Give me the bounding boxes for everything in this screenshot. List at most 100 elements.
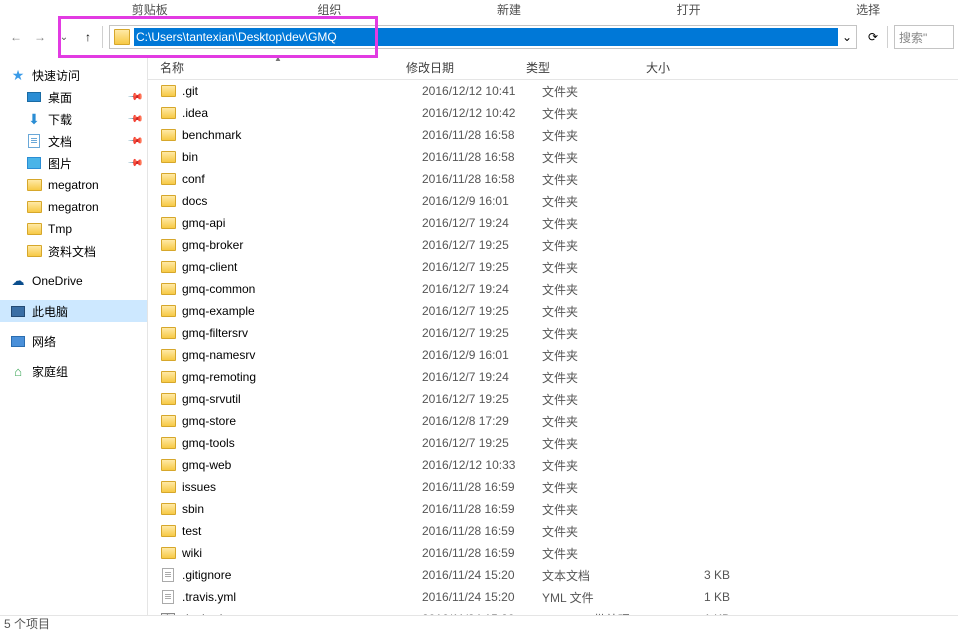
- sidebar-item-folder[interactable]: megatron: [0, 196, 147, 218]
- address-bar[interactable]: C:\Users\tantexian\Desktop\dev\GMQ ⌄: [109, 25, 857, 49]
- file-name: docs: [182, 194, 422, 208]
- folder-icon: [160, 479, 176, 495]
- file-size: 1 KB: [662, 590, 742, 604]
- folder-icon: [160, 523, 176, 539]
- file-name: gmq-common: [182, 282, 422, 296]
- column-header-size[interactable]: 大小: [646, 59, 726, 76]
- sidebar-item-quick-access[interactable]: ★ 快速访问: [0, 64, 147, 86]
- file-type: 文件夹: [542, 127, 662, 144]
- sidebar-item-this-pc[interactable]: 此电脑: [0, 300, 147, 322]
- file-row[interactable]: .gitignore2016/11/24 15:20文本文档3 KB: [148, 564, 958, 586]
- picture-icon: [26, 155, 42, 171]
- file-name: .git: [182, 84, 422, 98]
- column-header-type[interactable]: 类型: [526, 59, 646, 76]
- file-type: 文件夹: [542, 545, 662, 562]
- file-row[interactable]: gmq-example2016/12/7 19:25文件夹: [148, 300, 958, 322]
- file-name: gmq-filtersrv: [182, 326, 422, 340]
- sidebar-item-desktop[interactable]: 桌面 📌: [0, 86, 147, 108]
- file-row[interactable]: gmq-api2016/12/7 19:24文件夹: [148, 212, 958, 234]
- folder-icon: [160, 347, 176, 363]
- file-date: 2016/12/9 16:01: [422, 194, 542, 208]
- file-row[interactable]: gmq-filtersrv2016/12/7 19:25文件夹: [148, 322, 958, 344]
- file-date: 2016/12/7 19:25: [422, 260, 542, 274]
- file-name: bin: [182, 150, 422, 164]
- folder-icon: [160, 435, 176, 451]
- divider: [887, 26, 888, 48]
- file-row[interactable]: gmq-client2016/12/7 19:25文件夹: [148, 256, 958, 278]
- ribbon-section-labels: 剪贴板 组织 新建 打开 选择: [0, 0, 958, 18]
- file-row[interactable]: .travis.yml2016/11/24 15:20YML 文件1 KB: [148, 586, 958, 608]
- folder-icon: [160, 281, 176, 297]
- desktop-icon: [26, 89, 42, 105]
- address-path[interactable]: C:\Users\tantexian\Desktop\dev\GMQ: [134, 28, 838, 46]
- search-input[interactable]: 搜索": [894, 25, 954, 49]
- file-row[interactable]: benchmark2016/11/28 16:58文件夹: [148, 124, 958, 146]
- file-name: wiki: [182, 546, 422, 560]
- sidebar-item-label: 快速访问: [32, 67, 80, 84]
- file-type: 文件夹: [542, 83, 662, 100]
- folder-icon: [26, 243, 42, 259]
- address-dropdown-button[interactable]: ⌄: [838, 30, 856, 44]
- sidebar-item-onedrive[interactable]: ☁ OneDrive: [0, 270, 147, 292]
- sidebar-item-documents[interactable]: 文档 📌: [0, 130, 147, 152]
- download-icon: ⬇: [26, 111, 42, 127]
- file-row[interactable]: gmq-tools2016/12/7 19:25文件夹: [148, 432, 958, 454]
- file-date: 2016/12/12 10:42: [422, 106, 542, 120]
- home-icon: ⌂: [10, 363, 26, 379]
- file-row[interactable]: .idea2016/12/12 10:42文件夹: [148, 102, 958, 124]
- folder-icon: [160, 149, 176, 165]
- file-row[interactable]: docs2016/12/9 16:01文件夹: [148, 190, 958, 212]
- sidebar-item-folder[interactable]: 资料文档: [0, 240, 147, 262]
- file-row[interactable]: wiki2016/11/28 16:59文件夹: [148, 542, 958, 564]
- file-type: 文件夹: [542, 347, 662, 364]
- file-type: 文件夹: [542, 303, 662, 320]
- column-header-name[interactable]: 名称: [160, 59, 406, 76]
- sidebar-item-folder[interactable]: Tmp: [0, 218, 147, 240]
- file-row[interactable]: conf2016/11/28 16:58文件夹: [148, 168, 958, 190]
- file-row[interactable]: gmq-namesrv2016/12/9 16:01文件夹: [148, 344, 958, 366]
- up-button[interactable]: ↑: [76, 25, 100, 49]
- file-row[interactable]: bin2016/11/28 16:58文件夹: [148, 146, 958, 168]
- pin-icon: 📌: [126, 133, 143, 150]
- folder-icon: [160, 237, 176, 253]
- file-row[interactable]: gmq-broker2016/12/7 19:25文件夹: [148, 234, 958, 256]
- file-row[interactable]: issues2016/11/28 16:59文件夹: [148, 476, 958, 498]
- folder-icon: [160, 369, 176, 385]
- file-name: gmq-web: [182, 458, 422, 472]
- file-row[interactable]: gmq-web2016/12/12 10:33文件夹: [148, 454, 958, 476]
- file-date: 2016/12/7 19:25: [422, 238, 542, 252]
- status-text: 5 个项目: [4, 615, 50, 631]
- sidebar-item-pictures[interactable]: 图片 📌: [0, 152, 147, 174]
- file-row[interactable]: gmq-srvutil2016/12/7 19:25文件夹: [148, 388, 958, 410]
- navigation-pane: ★ 快速访问 桌面 📌 ⬇ 下载 📌 文档 📌 图片 📌: [0, 56, 148, 631]
- divider: [102, 26, 103, 48]
- sort-indicator-icon: ▲: [274, 54, 282, 63]
- sidebar-item-downloads[interactable]: ⬇ 下载 📌: [0, 108, 147, 130]
- column-header-date[interactable]: 修改日期: [406, 59, 526, 76]
- recent-locations-button[interactable]: ⌄: [52, 25, 76, 49]
- file-type: 文件夹: [542, 413, 662, 430]
- sidebar-item-homegroup[interactable]: ⌂ 家庭组: [0, 360, 147, 382]
- forward-button[interactable]: →: [28, 25, 52, 49]
- file-date: 2016/11/28 16:59: [422, 502, 542, 516]
- file-name: gmq-store: [182, 414, 422, 428]
- file-row[interactable]: .git2016/12/12 10:41文件夹: [148, 80, 958, 102]
- file-list[interactable]: .git2016/12/12 10:41文件夹.idea2016/12/12 1…: [148, 80, 958, 631]
- folder-icon: [160, 303, 176, 319]
- file-row[interactable]: sbin2016/11/28 16:59文件夹: [148, 498, 958, 520]
- file-name: .gitignore: [182, 568, 422, 582]
- refresh-button[interactable]: ⟳: [861, 25, 885, 49]
- sidebar-item-folder[interactable]: megatron: [0, 174, 147, 196]
- file-date: 2016/11/24 15:20: [422, 590, 542, 604]
- file-row[interactable]: gmq-common2016/12/7 19:24文件夹: [148, 278, 958, 300]
- sidebar-item-label: megatron: [48, 178, 99, 192]
- file-date: 2016/12/7 19:24: [422, 370, 542, 384]
- back-button[interactable]: ←: [4, 25, 28, 49]
- file-row[interactable]: gmq-store2016/12/8 17:29文件夹: [148, 410, 958, 432]
- file-name: gmq-srvutil: [182, 392, 422, 406]
- file-row[interactable]: gmq-remoting2016/12/7 19:24文件夹: [148, 366, 958, 388]
- sidebar-item-network[interactable]: 网络: [0, 330, 147, 352]
- sidebar-item-label: 网络: [32, 333, 56, 350]
- file-row[interactable]: test2016/11/28 16:59文件夹: [148, 520, 958, 542]
- sidebar-item-label: 家庭组: [32, 363, 68, 380]
